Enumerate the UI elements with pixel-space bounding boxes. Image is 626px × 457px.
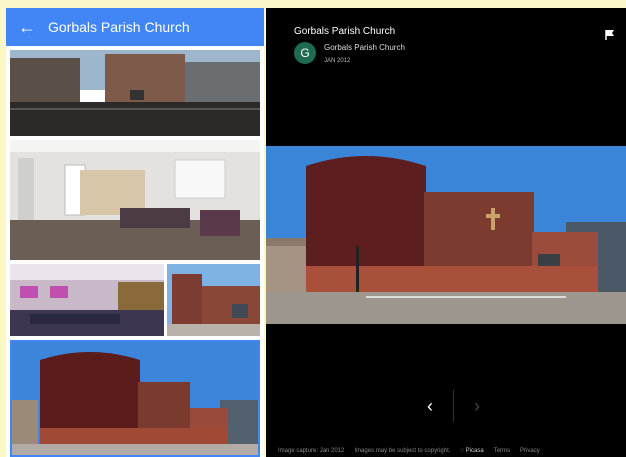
building-corner-photo[interactable] <box>167 264 260 336</box>
previous-photo-button[interactable]: ‹ <box>420 396 440 416</box>
next-photo-button[interactable]: › <box>467 396 487 416</box>
photo-list-panel: ← Gorbals Parish Church <box>6 8 264 457</box>
footer: Image capture: Jan 2012 Images may be su… <box>278 448 540 454</box>
viewer-title: Gorbals Parish Church <box>294 26 396 37</box>
street-view-photo[interactable] <box>10 50 260 136</box>
flag-icon <box>605 30 614 40</box>
photo-date: JAN 2012 <box>324 58 351 64</box>
terms-link[interactable]: Terms <box>494 448 510 454</box>
arrow-left-icon: ← <box>18 16 36 37</box>
copyright-text: Images may be subject to copyright. <box>354 448 451 454</box>
place-title: Gorbals Parish Church <box>48 19 190 35</box>
back-button[interactable]: ← <box>6 8 48 46</box>
privacy-link[interactable]: Privacy <box>520 448 540 454</box>
image-capture-text: Image capture: Jan 2012 <box>278 448 345 454</box>
auditorium-photo[interactable] <box>10 264 164 336</box>
avatar[interactable]: G <box>294 42 316 64</box>
hall-interior-photo[interactable] <box>10 140 260 260</box>
report-button[interactable] <box>604 28 616 46</box>
picasa-logo[interactable]: ◌ Picasa <box>460 448 483 454</box>
photo-viewer: Gorbals Parish Church G Gorbals Parish C… <box>266 8 626 457</box>
author-name[interactable]: Gorbals Parish Church <box>324 43 405 52</box>
panel-header: ← Gorbals Parish Church <box>6 8 264 46</box>
main-photo[interactable] <box>266 146 626 324</box>
nav-divider <box>453 390 454 422</box>
church-exterior-photo[interactable] <box>10 340 260 457</box>
picasa-label: Picasa <box>465 448 484 454</box>
